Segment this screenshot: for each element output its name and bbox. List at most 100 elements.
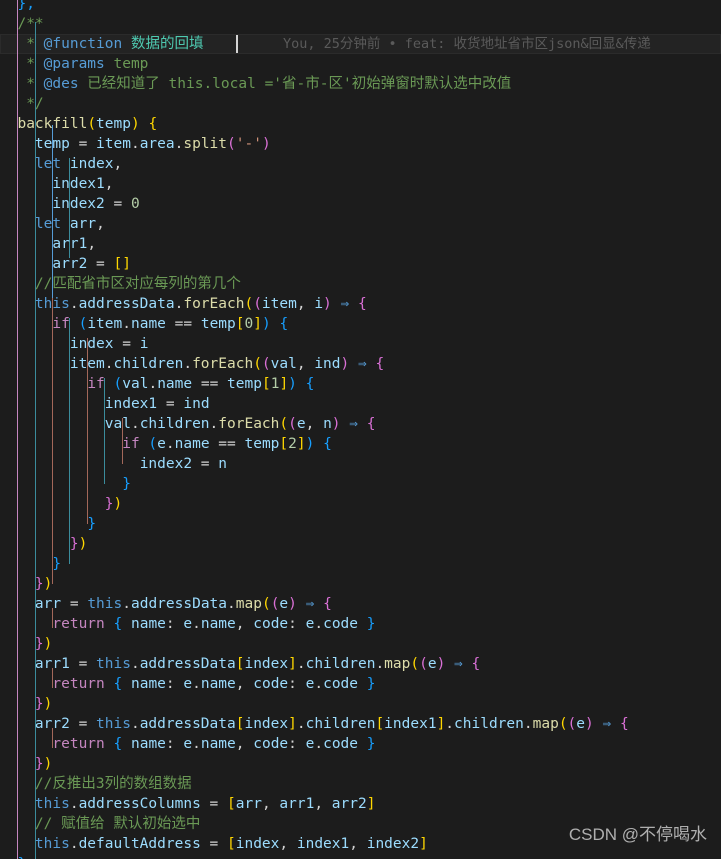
code-line[interactable]: */: [0, 94, 721, 114]
code-line[interactable]: }): [0, 694, 721, 714]
code-line[interactable]: * @des 已经知道了 this.local ='省-市-区'初始弹窗时默认选…: [0, 74, 721, 94]
code-line[interactable]: index = i: [0, 334, 721, 354]
code-editor[interactable]: }, /** * @function 数据的回填 * @params temp …: [0, 0, 721, 859]
code-line[interactable]: index1,: [0, 174, 721, 194]
code-line[interactable]: item.children.forEach((val, ind) ⇒ {: [0, 354, 721, 374]
code-line[interactable]: * @function 数据的回填: [0, 34, 721, 54]
code-line[interactable]: //匹配省市区对应每列的第几个: [0, 274, 721, 294]
code-line[interactable]: return { name: e.name, code: e.code }: [0, 614, 721, 634]
code-token: .: [130, 136, 140, 152]
code-line[interactable]: return { name: e.name, code: e.code }: [0, 674, 721, 694]
code-line-text: temp = item.area.split('-'): [0, 134, 271, 154]
code-token: {: [113, 736, 123, 752]
code-line[interactable]: this.addressData.forEach((item, i) ⇒ {: [0, 294, 721, 314]
code-line[interactable]: backfill(temp) {: [0, 114, 721, 134]
code-token: (: [261, 596, 271, 612]
code-line[interactable]: this.addressColumns = [arr, arr1, arr2]: [0, 794, 721, 814]
code-lines-container[interactable]: }, /** * @function 数据的回填 * @params temp …: [0, 0, 721, 859]
code-line[interactable]: return { name: e.name, code: e.code }: [0, 734, 721, 754]
code-token: ⇒: [349, 416, 358, 432]
code-line[interactable]: arr2 = []: [0, 254, 721, 274]
code-line[interactable]: temp = item.area.split('-'): [0, 134, 721, 154]
code-line[interactable]: arr1,: [0, 234, 721, 254]
code-line[interactable]: }): [0, 634, 721, 654]
code-token: item: [96, 136, 131, 152]
code-line[interactable]: if (item.name == temp[0]) {: [0, 314, 721, 334]
code-line[interactable]: }: [0, 854, 721, 859]
code-line[interactable]: let arr,: [0, 214, 721, 234]
code-token: =: [192, 456, 219, 472]
code-line-text: }: [0, 854, 26, 859]
code-token: ==: [218, 436, 236, 452]
code-token: index: [235, 836, 280, 852]
code-token: item: [261, 296, 297, 312]
code-token: .: [69, 296, 79, 312]
code-line[interactable]: let index,: [0, 154, 721, 174]
code-line[interactable]: }): [0, 494, 721, 514]
code-line[interactable]: index2 = 0: [0, 194, 721, 214]
code-token: name: [130, 616, 166, 632]
code-token: item: [69, 356, 105, 372]
code-token: .: [375, 656, 385, 672]
code-token: ,: [235, 616, 254, 632]
code-token: .: [314, 736, 324, 752]
code-token: ,: [96, 216, 105, 232]
code-token: }: [34, 756, 44, 772]
code-line[interactable]: arr1 = this.addressData[index].children.…: [0, 654, 721, 674]
code-token: name: [130, 676, 166, 692]
code-token: area: [139, 136, 175, 152]
code-token: }: [366, 736, 376, 752]
code-token: code: [253, 616, 289, 632]
code-line[interactable]: }): [0, 754, 721, 774]
code-token: ⇒: [454, 656, 463, 672]
code-line-text: return { name: e.name, code: e.code }: [0, 734, 375, 754]
code-token: ,: [279, 836, 297, 852]
code-token: .: [445, 716, 455, 732]
code-line[interactable]: index2 = n: [0, 454, 721, 474]
code-line[interactable]: if (val.name == temp[1]) {: [0, 374, 721, 394]
code-line[interactable]: val.children.forEach((e, n) ⇒ {: [0, 414, 721, 434]
code-token: /**: [17, 16, 44, 32]
code-line[interactable]: },: [0, 0, 721, 14]
code-line[interactable]: index1 = ind: [0, 394, 721, 414]
code-token: .: [296, 656, 306, 672]
code-token: code: [253, 736, 289, 752]
code-token: .: [122, 596, 131, 612]
code-line[interactable]: arr2 = this.addressData[index].children[…: [0, 714, 721, 734]
code-line-text: }: [0, 554, 61, 574]
code-line[interactable]: }: [0, 514, 721, 534]
code-token: {: [471, 656, 481, 672]
code-line[interactable]: }): [0, 574, 721, 594]
code-line[interactable]: * @params temp: [0, 54, 721, 74]
code-token: (: [410, 656, 420, 672]
code-line[interactable]: }: [0, 474, 721, 494]
code-token: e: [296, 416, 306, 432]
code-token: addressData: [139, 716, 236, 732]
code-token: ]: [253, 316, 262, 332]
code-token: .: [209, 416, 219, 432]
code-token: if: [122, 436, 140, 452]
code-token: temp: [96, 116, 131, 132]
code-token: :: [165, 676, 184, 692]
code-line[interactable]: if (e.name == temp[2]) {: [0, 434, 721, 454]
code-token: ): [43, 636, 53, 652]
code-line[interactable]: }: [0, 554, 721, 574]
code-token: (: [253, 296, 262, 312]
code-line[interactable]: }): [0, 534, 721, 554]
code-token: {: [375, 356, 385, 372]
code-line[interactable]: //反推出3列的数组数据: [0, 774, 721, 794]
code-token: arr1: [34, 656, 70, 672]
code-line[interactable]: /**: [0, 14, 721, 34]
code-line[interactable]: arr = this.addressData.map((e) ⇒ {: [0, 594, 721, 614]
